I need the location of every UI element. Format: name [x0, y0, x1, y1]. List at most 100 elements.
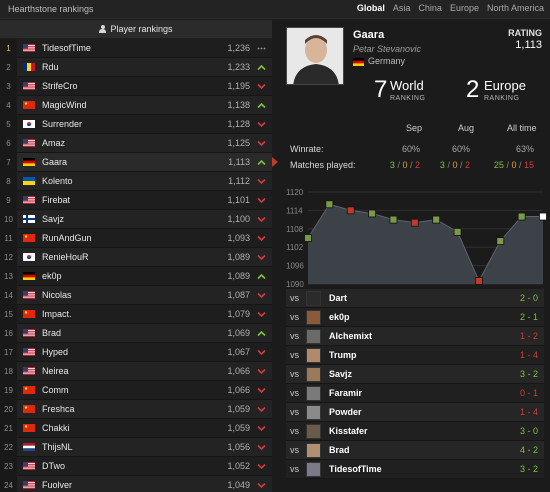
player-name: Firebat: [42, 195, 71, 205]
chart-point[interactable]: [325, 200, 334, 209]
region-tabs: Global Asia China Europe North America: [357, 3, 544, 13]
opponent-name[interactable]: Brad: [329, 441, 350, 460]
y-tick-label: 1096: [286, 262, 304, 271]
opponent-row[interactable]: vs Faramir 0 - 1: [286, 384, 544, 403]
ranking-row[interactable]: 16 Brad 1,069: [0, 324, 272, 343]
matches-alltime: 25 / 0 / 15: [493, 160, 534, 170]
ranking-row[interactable]: 5 Surrender 1,128: [0, 115, 272, 134]
player-real-name: Petar Stevanovic: [353, 44, 422, 54]
opponent-row[interactable]: vs Powder 1 - 4: [286, 403, 544, 422]
opponent-name[interactable]: Savjz: [329, 365, 352, 384]
opponent-name[interactable]: Faramir: [329, 384, 362, 403]
rank-number: 21: [0, 419, 17, 438]
player-name: RunAndGun: [42, 233, 92, 243]
opponent-row[interactable]: vs Kisstafer 3 - 0: [286, 422, 544, 441]
match-score: 4 - 2: [519, 445, 538, 455]
rating-label: RATING: [508, 28, 542, 38]
chart-point[interactable]: [475, 277, 483, 285]
player-rankings-panel: Player rankings 1 TidesofTime 1,236 2 Rdu 1,2…: [0, 20, 278, 492]
ranking-row[interactable]: 4 MagicWind 1,138: [0, 96, 272, 115]
rank-number: 5: [0, 115, 17, 134]
opponent-name[interactable]: Powder: [329, 403, 362, 422]
usa-flag-icon: [23, 481, 35, 489]
opponent-name[interactable]: ek0p: [329, 308, 350, 327]
rank-number: 15: [0, 305, 17, 324]
ranking-row[interactable]: 1 TidesofTime 1,236: [0, 39, 272, 58]
opponent-row[interactable]: vs ek0p 2 - 1: [286, 308, 544, 327]
ranking-row[interactable]: 22 ThijsNL 1,056: [0, 438, 272, 457]
ranking-row[interactable]: 23 DTwo 1,052: [0, 457, 272, 476]
opponent-row[interactable]: vs Trump 1 - 4: [286, 346, 544, 365]
chart-point[interactable]: [539, 212, 547, 221]
ranking-row[interactable]: 7 Gaara 1,113: [0, 153, 278, 172]
rank-number: 4: [0, 96, 17, 115]
ranking-row[interactable]: 24 Fuolver 1,049: [0, 476, 272, 492]
ranking-row[interactable]: 14 Nicolas 1,087: [0, 286, 272, 305]
player-name: Savjz: [42, 214, 65, 224]
opponent-row[interactable]: vs TidesofTime 3 - 2: [286, 460, 544, 479]
ranking-row[interactable]: 18 Neirea 1,066: [0, 362, 272, 381]
rank-number: 19: [0, 381, 17, 400]
ranking-row[interactable]: 9 Firebat 1,101: [0, 191, 272, 210]
chart-point[interactable]: [410, 218, 419, 227]
ranking-row[interactable]: 11 RunAndGun 1,093: [0, 229, 272, 248]
ranking-row[interactable]: 12 RenieHouR 1,089: [0, 248, 272, 267]
trend-down-icon: [257, 292, 266, 299]
player-name: Surrender: [42, 119, 83, 129]
chart-point[interactable]: [346, 206, 355, 215]
chart-point[interactable]: [389, 215, 398, 224]
opponent-name[interactable]: Dart: [329, 289, 347, 308]
match-score: 1 - 4: [519, 350, 538, 360]
opponent-row[interactable]: vs Savjz 3 - 2: [286, 365, 544, 384]
region-tab-europe[interactable]: Europe: [450, 3, 479, 13]
opponent-row[interactable]: vs Brad 4 - 2: [286, 441, 544, 460]
ukraine-flag-icon: [23, 177, 35, 185]
ranking-row[interactable]: 17 Hyped 1,067: [0, 343, 272, 362]
chart-point[interactable]: [517, 212, 526, 221]
y-tick-label: 1120: [286, 188, 304, 197]
rank-number: 20: [0, 400, 17, 419]
opponent-name[interactable]: Trump: [329, 346, 357, 365]
chart-point[interactable]: [368, 209, 376, 218]
rank-number: 9: [0, 191, 17, 210]
opponent-row[interactable]: vs Alchemixt 1 - 2: [286, 327, 544, 346]
region-tab-china[interactable]: China: [418, 3, 442, 13]
region-tab-asia[interactable]: Asia: [393, 3, 411, 13]
opponent-name[interactable]: Alchemixt: [329, 327, 372, 346]
ranking-row[interactable]: 3 StrifeCro 1,195: [0, 77, 272, 96]
ranking-row[interactable]: 21 Chakki 1,059: [0, 419, 272, 438]
ranking-row[interactable]: 8 Kolento 1,112: [0, 172, 272, 191]
y-tick-label: 1108: [286, 225, 304, 234]
ranking-row[interactable]: 2 Rdu 1,233: [0, 58, 272, 77]
china-flag-icon: [23, 234, 35, 242]
chart-point[interactable]: [496, 237, 505, 245]
stats-col-alltime: All time: [507, 123, 537, 133]
ranking-row[interactable]: 20 Freshca 1,059: [0, 400, 272, 419]
chart-point[interactable]: [453, 227, 462, 236]
china-flag-icon: [23, 310, 35, 318]
ranking-row[interactable]: 6 Amaz 1,125: [0, 134, 272, 153]
player-rating: 1,233: [227, 62, 250, 72]
ranking-row[interactable]: 13 ek0p 1,089: [0, 267, 272, 286]
region-tab-north-america[interactable]: North America: [487, 3, 544, 13]
player-rankings-header: Player rankings: [0, 20, 272, 38]
opponent-name[interactable]: TidesofTime: [329, 460, 382, 479]
vs-label: vs: [290, 350, 299, 360]
player-name: Rdu: [42, 62, 59, 72]
ranking-row[interactable]: 10 Savjz 1,100: [0, 210, 272, 229]
trend-down-icon: [257, 444, 266, 451]
player-name: Kolento: [42, 176, 73, 186]
region-tab-global[interactable]: Global: [357, 3, 385, 13]
player-name: Freshca: [42, 404, 75, 414]
chart-point[interactable]: [304, 234, 312, 242]
player-name: Impact.: [42, 309, 72, 319]
opponent-row[interactable]: vs Dart 2 - 0: [286, 289, 544, 308]
player-name: Chakki: [42, 423, 70, 433]
opponent-name[interactable]: Kisstafer: [329, 422, 368, 441]
stats-col-sep: Sep: [406, 123, 423, 133]
rank-number: 13: [0, 267, 17, 286]
chart-point[interactable]: [432, 215, 441, 224]
ranking-row[interactable]: 19 Comm 1,066: [0, 381, 272, 400]
world-ranking-caption: RANKING: [390, 95, 426, 102]
ranking-row[interactable]: 15 Impact. 1,079: [0, 305, 272, 324]
